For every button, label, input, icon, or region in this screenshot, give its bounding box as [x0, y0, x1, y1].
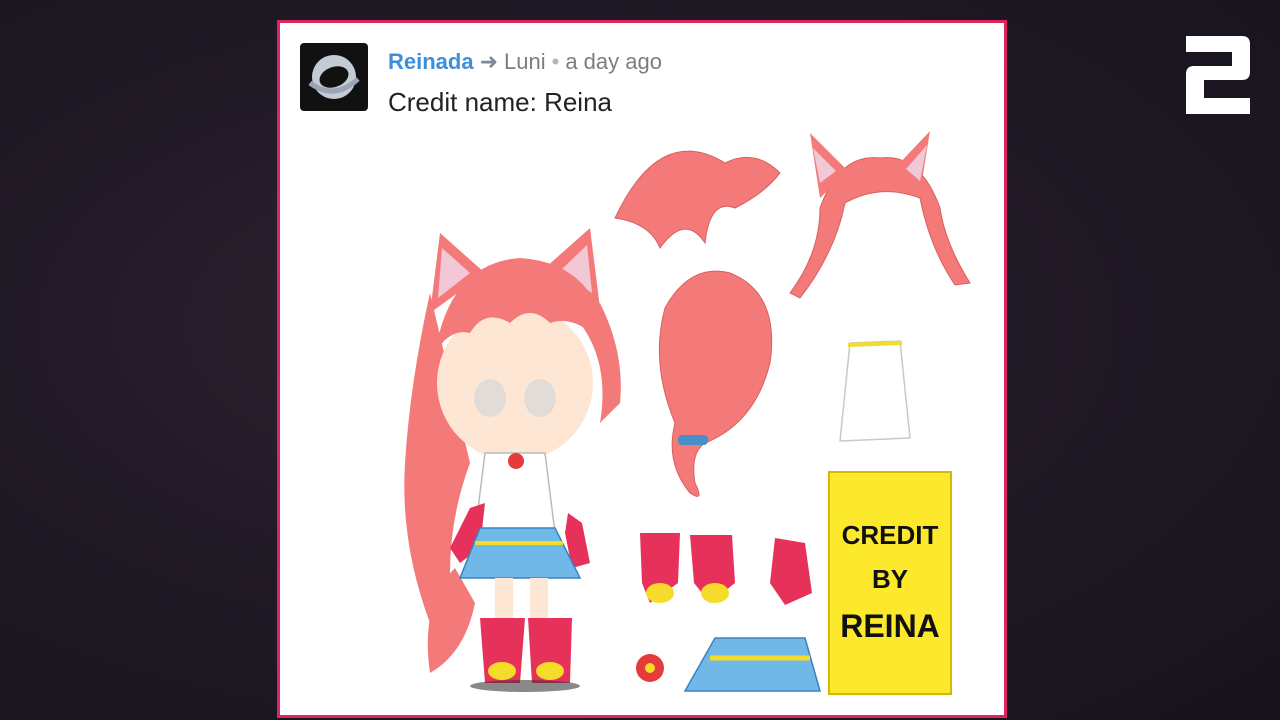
skirt-piece — [683, 637, 821, 692]
flower-accessory — [636, 654, 664, 682]
credit-line-1: CREDIT — [841, 519, 939, 550]
top-piece — [839, 340, 911, 442]
comment-card: Reinada ➜ Luni • a day ago Credit name: … — [277, 20, 1007, 718]
glove-pieces — [640, 533, 812, 605]
rank-number: 2 — [1186, 36, 1250, 114]
ponytail-piece — [614, 150, 781, 250]
character — [404, 228, 621, 692]
ear-headband-piece — [789, 131, 971, 299]
credit-line-3: REINA — [840, 608, 940, 645]
credit-tag: CREDIT BY REINA — [828, 471, 952, 695]
credit-line-2: BY — [871, 563, 909, 594]
long-hair-piece — [658, 270, 773, 497]
